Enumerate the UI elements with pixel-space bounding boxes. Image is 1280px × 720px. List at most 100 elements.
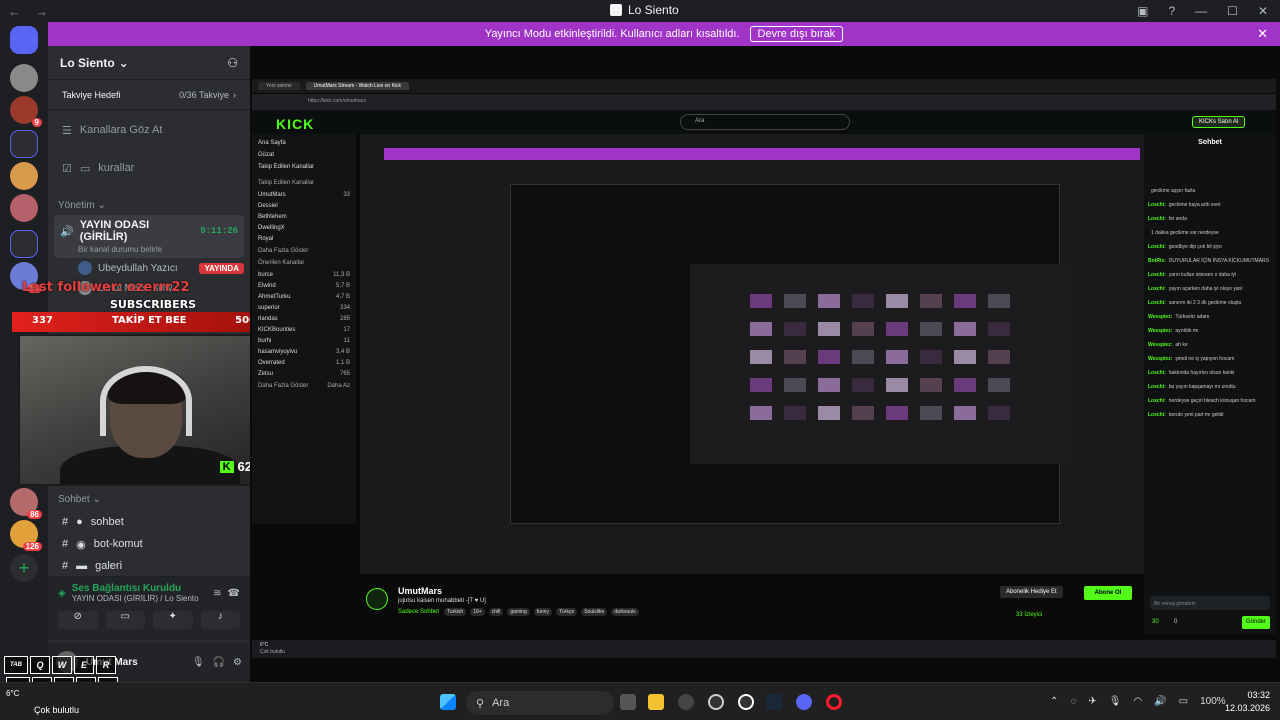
browser-tab-2[interactable]: UmutMars Stream - Watch Live on Kick bbox=[305, 82, 410, 90]
clock[interactable]: 03:32 12.03.2026 bbox=[1225, 689, 1270, 715]
stream-tag[interactable]: funny bbox=[533, 608, 552, 616]
kick-channel-row[interactable]: Overrated 1,1 B bbox=[258, 360, 350, 366]
server-folder-icon[interactable] bbox=[10, 130, 38, 158]
voice-status[interactable]: Bir kanal durumu belirle bbox=[60, 245, 238, 254]
chat-message[interactable]: Wesspiez: şimdi ne iş yapıyon hocam bbox=[1148, 355, 1272, 364]
battery-percent[interactable]: 100% bbox=[1200, 696, 1226, 707]
chat-input[interactable]: Bir mesaj gönderin bbox=[1150, 596, 1270, 610]
gift-sub-button[interactable]: Abonelik Hediye Et bbox=[1000, 586, 1063, 598]
chat-message[interactable]: Wesspiez: ayrıldık mı bbox=[1148, 327, 1272, 336]
kick-channel-row[interactable]: hasamviyuyivu 3,4 B bbox=[258, 349, 350, 355]
address-bar[interactable]: https://kick.com/umutmars bbox=[252, 94, 1276, 110]
chat-message[interactable]: 1 dakka gecikme var nerdeyse bbox=[1148, 229, 1272, 238]
kick-channel-row[interactable]: rlandas 285 bbox=[258, 316, 350, 322]
minimize-icon[interactable]: — bbox=[1195, 4, 1207, 18]
wifi-icon[interactable]: ◠ bbox=[1133, 696, 1142, 707]
boost-goal[interactable]: Takviye Hedefi 0/36 Takviye › bbox=[48, 80, 250, 110]
kick-channel-row[interactable]: AhmetTurku 4,7 B bbox=[258, 294, 350, 300]
app-icon-2[interactable] bbox=[708, 694, 724, 710]
category-chat[interactable]: Sohbet ⌄ bbox=[48, 494, 111, 505]
channel-points[interactable]: 30 bbox=[1152, 618, 1159, 627]
activities-button[interactable]: ✦ bbox=[153, 611, 193, 629]
inbox-icon[interactable]: ▣ bbox=[1137, 4, 1148, 18]
file-explorer-icon[interactable] bbox=[648, 694, 664, 710]
screen-share-button[interactable]: ▭ bbox=[105, 611, 145, 629]
windows-start-icon[interactable] bbox=[440, 694, 456, 710]
channel-sohbet[interactable]: # ● sohbet bbox=[48, 512, 138, 532]
help-icon[interactable]: ? bbox=[1168, 4, 1175, 18]
steam-icon[interactable] bbox=[766, 694, 782, 710]
chat-username[interactable]: Loschi: bbox=[1148, 286, 1166, 292]
chat-username[interactable]: Wesspiez: bbox=[1148, 314, 1172, 320]
discord-home-icon[interactable] bbox=[10, 26, 38, 54]
chat-username[interactable]: Loschi: bbox=[1148, 272, 1166, 278]
chat-username[interactable]: Loschi: bbox=[1148, 412, 1166, 418]
voice-connected-label[interactable]: Ses Bağlantısı Kuruldu bbox=[72, 583, 199, 594]
streamer-avatar[interactable] bbox=[366, 588, 388, 610]
show-less-link[interactable]: Daha Az bbox=[327, 383, 350, 389]
volume-icon[interactable]: 🔊 bbox=[1154, 696, 1166, 707]
camera-off-button[interactable]: ⊘ bbox=[58, 611, 98, 629]
browse-channels[interactable]: ☰ Kanallara Göz At bbox=[48, 110, 250, 150]
stream-tag[interactable]: chill bbox=[488, 608, 504, 616]
chat-message[interactable]: Loschi: yayın açarken daha iyi oluyo yani bbox=[1148, 285, 1272, 294]
chat-message[interactable]: Loschi: bu yayın kapşamayı mı unuttu bbox=[1148, 383, 1272, 392]
maximize-icon[interactable]: ☐ bbox=[1227, 4, 1238, 18]
chat-username[interactable]: Loschi: bbox=[1148, 398, 1166, 404]
stream-tag[interactable]: gaming bbox=[507, 608, 530, 616]
weather-desc[interactable]: Çok bulutlu bbox=[34, 705, 79, 715]
server-avatar-6[interactable]: 86 bbox=[10, 488, 42, 519]
chat-message[interactable]: Loschi: yarın kullan istersen o daha iyi bbox=[1148, 271, 1272, 280]
chat-message[interactable]: Wesspiez: Türkselci adam bbox=[1148, 313, 1272, 322]
disable-streamer-mode-button[interactable]: Devre dışı bırak bbox=[749, 26, 844, 42]
server-folder-icon-2[interactable] bbox=[10, 230, 38, 258]
disconnect-icon[interactable]: ☎ bbox=[228, 588, 240, 599]
stream-tag[interactable]: 18+ bbox=[470, 608, 485, 616]
chat-username[interactable]: Wesspiez: bbox=[1148, 342, 1172, 348]
kicks-balance[interactable]: 0 bbox=[1174, 618, 1177, 627]
app-icon-1[interactable] bbox=[678, 694, 694, 710]
voice-member-1[interactable]: Ubeydullah Yazıcı YAYINDA bbox=[48, 258, 250, 278]
stream-category[interactable]: Sadece Sohbet bbox=[398, 609, 439, 615]
tray-app-icon-2[interactable]: ✈ bbox=[1088, 696, 1096, 707]
chat-message[interactable]: Wesspiez: ah ke bbox=[1148, 341, 1272, 350]
mic-icon[interactable]: 🎙 bbox=[192, 657, 205, 668]
chat-username[interactable]: Loschi: bbox=[1148, 384, 1166, 390]
chat-username[interactable]: Loschi: bbox=[1148, 300, 1166, 306]
voice-channel-active[interactable]: 🔊 YAYIN ODASI (GİRİLİR) 9:11:26 Bir kana… bbox=[54, 215, 244, 258]
headphones-icon[interactable]: 🎧 bbox=[213, 657, 225, 668]
stream-tag[interactable]: Turkish bbox=[444, 608, 467, 616]
subscribe-button[interactable]: Abone Ol bbox=[1084, 586, 1132, 600]
channel-rules[interactable]: ☑ ▭ kurallar bbox=[48, 150, 250, 186]
chat-message[interactable]: Loschi: boruto yeni part mı gelidi bbox=[1148, 411, 1272, 420]
obs-icon[interactable] bbox=[738, 694, 754, 710]
chat-username[interactable]: Loschi: bbox=[1148, 244, 1166, 250]
kick-channel-row[interactable]: Zetsu 765 bbox=[258, 371, 350, 377]
discord-icon[interactable] bbox=[796, 694, 812, 710]
stream-tag[interactable]: darksouls bbox=[611, 608, 639, 616]
chat-username[interactable]: Loschi: bbox=[1148, 370, 1166, 376]
kick-channel-row[interactable]: Elwind 5,7 B bbox=[258, 283, 350, 289]
chat-message[interactable]: BotRix: DUYURULAR İÇİN İNSYA KİCKUMUTMARS bbox=[1148, 257, 1272, 266]
chat-username[interactable]: Wesspiez: bbox=[1148, 328, 1172, 334]
chat-message[interactable]: Loschi: geckime baya arttı evet bbox=[1148, 201, 1272, 210]
close-banner-icon[interactable]: ✕ bbox=[1257, 26, 1268, 42]
streamer-name[interactable]: UmutMars bbox=[398, 586, 442, 596]
show-more-link-2[interactable]: Daha Fazla Göster bbox=[258, 383, 308, 389]
stream-tag[interactable]: Türkçe bbox=[555, 608, 578, 616]
close-window-icon[interactable]: ✕ bbox=[1258, 4, 1268, 18]
send-button[interactable]: Gönder bbox=[1242, 616, 1271, 629]
forward-arrow-icon[interactable]: → bbox=[35, 4, 48, 19]
chat-username[interactable]: Loschi: bbox=[1148, 216, 1166, 222]
kick-channel-row[interactable]: Bethlehem bbox=[258, 214, 350, 220]
stream-tag[interactable]: Soulslike bbox=[581, 608, 608, 616]
chat-message[interactable]: Loschi: hakkında hayırlısı olsun kanki bbox=[1148, 369, 1272, 378]
chat-message[interactable]: Loschi: nerdeyse geçiri bleach konuşan ho… bbox=[1148, 397, 1272, 406]
channel-galeri[interactable]: # ▬ galeri bbox=[48, 556, 136, 576]
nav-following[interactable]: Takip Edilen Kanallar bbox=[258, 164, 350, 170]
server-avatar-7[interactable]: 126 bbox=[10, 520, 42, 551]
battery-icon[interactable]: ▭ bbox=[1179, 696, 1188, 707]
nav-browse[interactable]: Gözat bbox=[258, 152, 350, 158]
soundboard-button[interactable]: ♪ bbox=[200, 611, 240, 629]
add-server-icon[interactable]: + bbox=[10, 554, 38, 582]
